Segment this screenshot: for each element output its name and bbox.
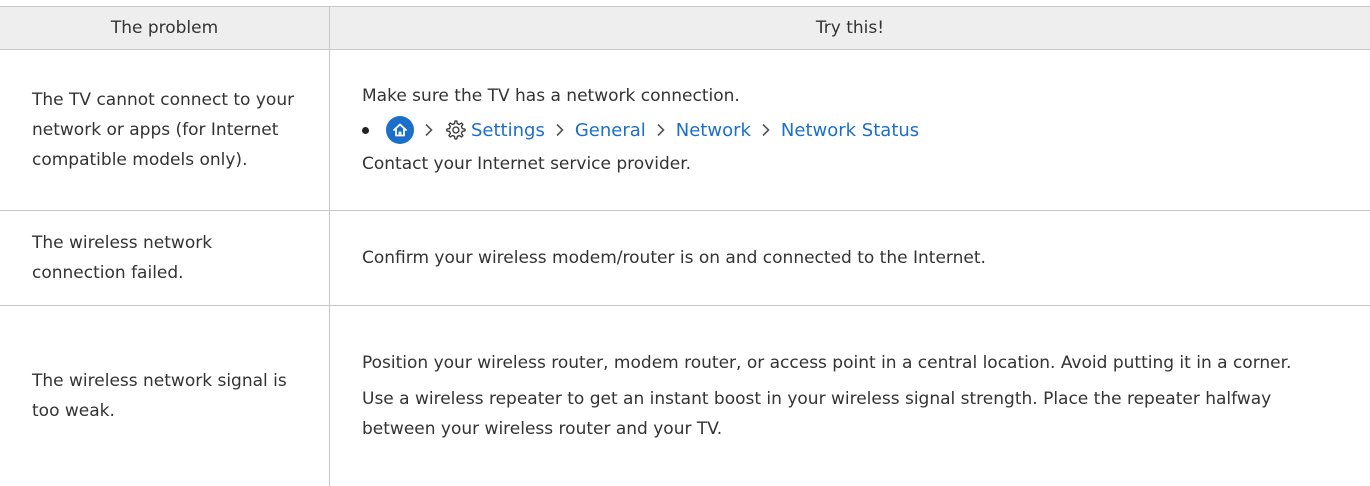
settings-path: Settings General Network Network Status <box>362 113 1330 147</box>
network-status-link[interactable]: Network Status <box>781 120 919 141</box>
problem-cell: The wireless network signal is too weak. <box>0 306 330 486</box>
solution-cell: Confirm your wireless modem/router is on… <box>330 211 1370 305</box>
header-try-label: Try this! <box>815 18 885 38</box>
solution-text: Position your wireless router, modem rou… <box>362 353 1292 373</box>
general-link[interactable]: General <box>575 120 646 141</box>
solution-text: Contact your Internet service provider. <box>362 154 692 174</box>
table-row: The TV cannot connect to your network or… <box>0 50 1370 211</box>
solution-text: Use a wireless repeater to get an instan… <box>362 389 1272 439</box>
header-problem-label: The problem <box>110 18 219 38</box>
header-problem-cell: The problem <box>0 7 330 49</box>
settings-link[interactable]: Settings <box>471 120 545 141</box>
home-icon[interactable] <box>386 116 414 144</box>
solution-cell: Make sure the TV has a network connectio… <box>330 50 1370 210</box>
problem-text: The wireless network connection failed. <box>32 233 213 283</box>
chevron-right-icon <box>555 123 565 137</box>
solution-cell: Position your wireless router, modem rou… <box>330 306 1370 486</box>
chevron-right-icon <box>656 123 666 137</box>
problem-text: The TV cannot connect to your network or… <box>32 90 295 170</box>
problem-cell: The wireless network connection failed. <box>0 211 330 305</box>
chevron-right-icon <box>424 123 434 137</box>
troubleshooting-table: The problem Try this! The TV cannot conn… <box>0 6 1370 486</box>
solution-text: Make sure the TV has a network connectio… <box>362 86 740 106</box>
problem-text: The wireless network signal is too weak. <box>32 371 287 421</box>
table-row: The wireless network signal is too weak.… <box>0 306 1370 486</box>
table-header-row: The problem Try this! <box>0 6 1370 50</box>
chevron-right-icon <box>761 123 771 137</box>
table-row: The wireless network connection failed. … <box>0 211 1370 306</box>
network-link[interactable]: Network <box>676 120 751 141</box>
gear-icon <box>444 119 466 141</box>
bullet-point <box>362 126 369 134</box>
header-try-cell: Try this! <box>330 7 1370 49</box>
solution-text: Confirm your wireless modem/router is on… <box>362 248 986 268</box>
problem-cell: The TV cannot connect to your network or… <box>0 50 330 210</box>
